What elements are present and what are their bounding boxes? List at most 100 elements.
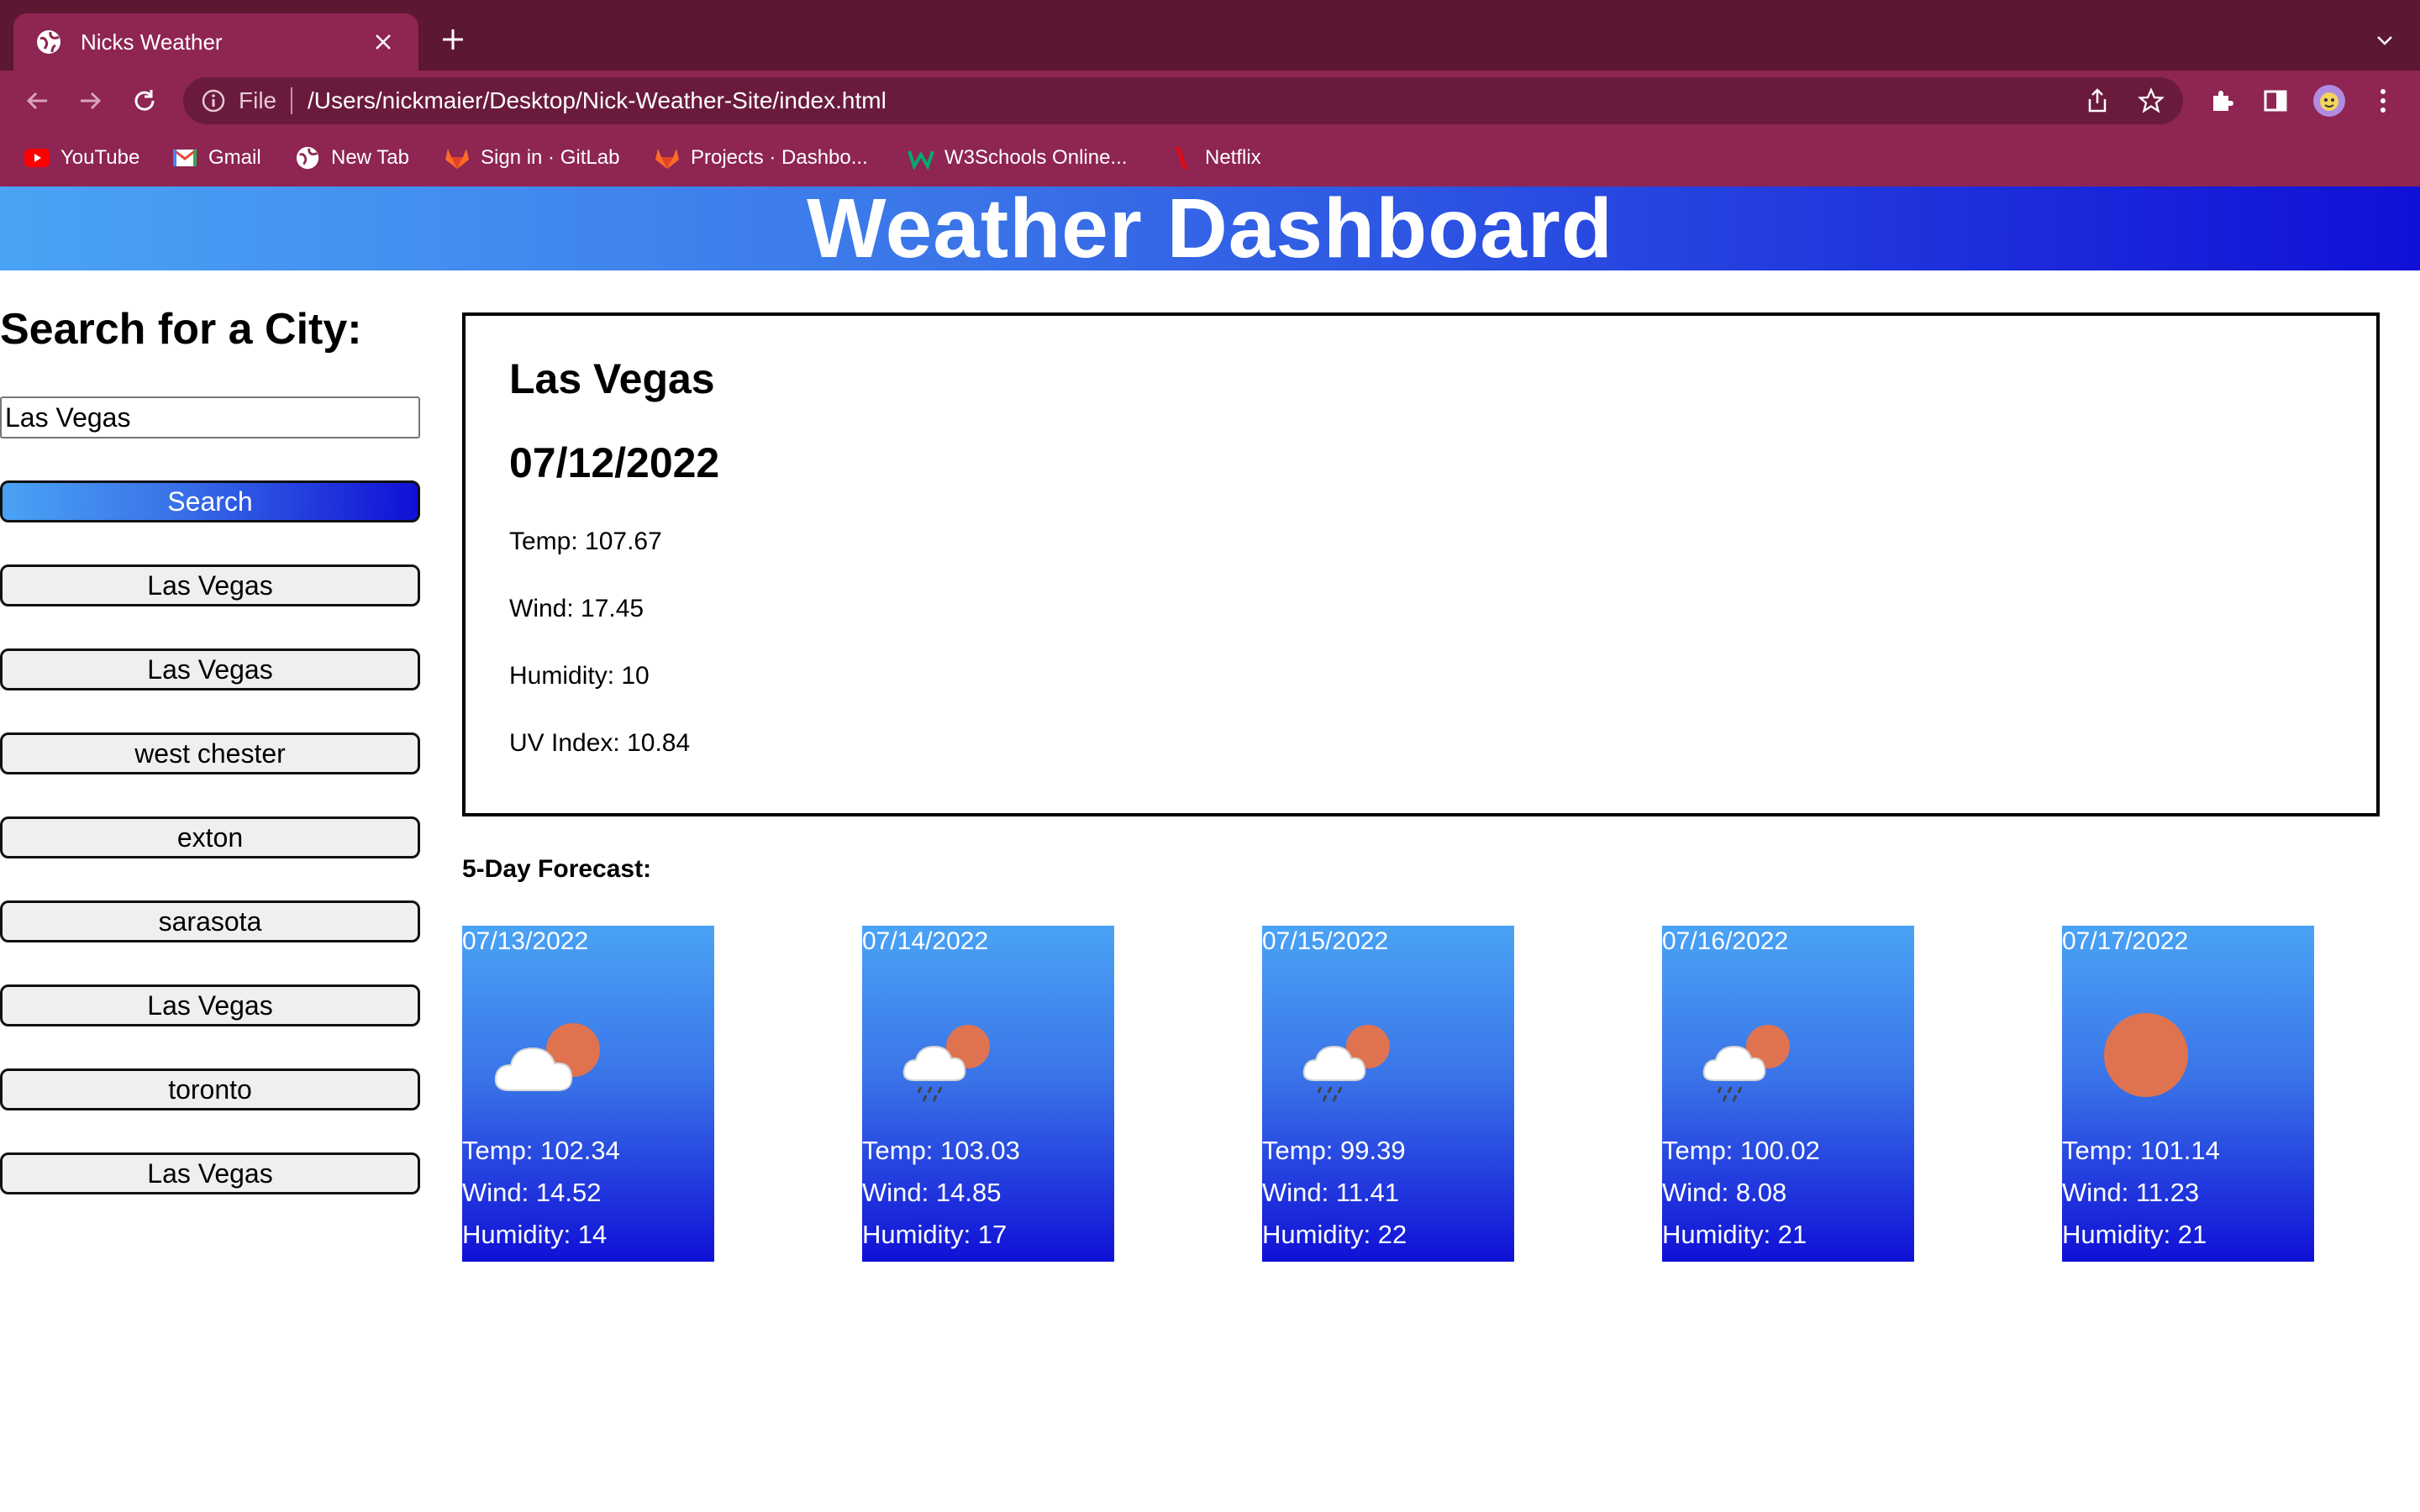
share-icon[interactable] <box>2082 86 2112 116</box>
rain-sun-icon <box>902 1025 990 1102</box>
address-bar[interactable]: File /Users/nickmaier/Desktop/Nick-Weath… <box>183 77 2183 124</box>
globe-icon <box>35 29 62 55</box>
current-date: 07/12/2022 <box>509 439 720 486</box>
forecast-temp: Temp: 101.14 <box>2062 1136 2220 1165</box>
forecast-date: 07/14/2022 <box>862 927 989 955</box>
browser-tabstrip: Nicks Weather <box>0 0 2420 71</box>
page-title: Weather Dashboard <box>807 181 1613 276</box>
forecast-temp: Temp: 103.03 <box>862 1136 1020 1165</box>
bookmark-label: Sign in · GitLab <box>481 146 620 169</box>
partly-cloudy-icon <box>494 1023 600 1091</box>
bookmark-star-icon[interactable] <box>2136 86 2166 116</box>
forecast-humidity: Humidity: 14 <box>462 1220 608 1249</box>
forecast-card: 07/14/2022 Temp: 103.03 Wind: 14.85 Humi… <box>862 926 1114 1262</box>
gitlab-icon <box>444 144 471 171</box>
gitlab-icon <box>654 144 681 171</box>
w3schools-icon <box>908 144 934 171</box>
arrow-right-icon <box>81 92 102 110</box>
arrow-left-icon <box>26 92 47 110</box>
globe-icon <box>294 144 321 171</box>
forward-button[interactable] <box>74 84 108 118</box>
forecast-humidity: Humidity: 21 <box>1662 1220 1807 1249</box>
bookmark-label: Netflix <box>1205 146 1261 169</box>
bookmark-netflix[interactable]: Netflix <box>1168 143 1261 173</box>
reload-icon <box>134 90 155 111</box>
forecast-date: 07/17/2022 <box>2062 927 2189 955</box>
bookmark-label: Gmail <box>208 146 261 169</box>
bookmark-gitlab-signin[interactable]: Sign in · GitLab <box>444 143 619 173</box>
history-city-button[interactable]: Las Vegas <box>0 1152 420 1194</box>
history-city-button[interactable]: exton <box>0 816 420 858</box>
extensions-icon[interactable] <box>2205 84 2238 118</box>
tab-search-button[interactable] <box>2368 24 2402 57</box>
bookmark-label: YouTube <box>60 146 140 169</box>
forecast-card: 07/13/2022 Temp: 102.34 Wind: 14.52 Humi… <box>462 926 714 1262</box>
close-icon[interactable] <box>366 25 400 59</box>
bookmark-w3schools[interactable]: W3Schools Online... <box>908 143 1127 173</box>
forecast-wind: Wind: 14.85 <box>862 1178 1002 1207</box>
bookmark-youtube[interactable]: YouTube <box>24 143 139 173</box>
current-uv-index: UV Index: 10.84 <box>509 729 691 757</box>
bookmark-label: W3Schools Online... <box>944 146 1128 169</box>
history-city-button[interactable]: Las Vegas <box>0 984 420 1026</box>
forecast-card: 07/16/2022 Temp: 100.02 Wind: 8.08 Humid… <box>1662 926 1914 1262</box>
forecast-wind: Wind: 11.23 <box>2062 1178 2200 1207</box>
forecast-date: 07/13/2022 <box>462 927 589 955</box>
forecast-wind: Wind: 14.52 <box>462 1178 602 1207</box>
omnibox-divider <box>291 87 292 114</box>
browser-toolbar: File /Users/nickmaier/Desktop/Nick-Weath… <box>0 71 2420 131</box>
bookmark-gmail[interactable]: Gmail <box>171 143 261 173</box>
current-city-name: Las Vegas <box>509 355 715 402</box>
profile-avatar[interactable] <box>2312 84 2346 118</box>
reload-button[interactable] <box>128 84 161 118</box>
new-tab-button[interactable] <box>435 22 471 57</box>
url-scheme-label: File <box>239 87 277 113</box>
bookmark-new-tab[interactable]: New Tab <box>294 143 409 173</box>
bookmark-gitlab-projects[interactable]: Projects · Dashbo... <box>654 143 868 173</box>
forecast-card: 07/17/2022 Temp: 101.14 Wind: 11.23 Humi… <box>2062 926 2314 1262</box>
page-header: Weather Dashboard <box>0 186 2420 270</box>
forecast-wind: Wind: 8.08 <box>1662 1178 1787 1207</box>
history-city-button[interactable]: Las Vegas <box>0 564 420 606</box>
current-weather-panel: Las Vegas 07/12/2022 Temp: 107.67 Wind: … <box>462 312 2380 816</box>
bookmarks-bar: YouTube Gmail New Tab Sign in · GitLab P… <box>0 131 2420 186</box>
history-city-button[interactable]: toronto <box>0 1068 420 1110</box>
bookmark-label: Projects · Dashbo... <box>691 146 868 169</box>
forecast-temp: Temp: 99.39 <box>1262 1136 1406 1165</box>
history-city-button[interactable]: Las Vegas <box>0 648 420 690</box>
forecast-humidity: Humidity: 17 <box>862 1220 1007 1249</box>
forecast-temp: Temp: 100.02 <box>1662 1136 1820 1165</box>
info-icon[interactable] <box>198 86 229 116</box>
url-text[interactable]: /Users/nickmaier/Desktop/Nick-Weather-Si… <box>308 87 886 114</box>
current-wind: Wind: 17.45 <box>509 595 644 622</box>
forecast-date: 07/15/2022 <box>1262 927 1389 955</box>
current-humidity: Humidity: 10 <box>509 662 650 690</box>
forecast-card: 07/15/2022 Temp: 99.39 Wind: 11.41 Humid… <box>1262 926 1514 1262</box>
netflix-icon <box>1168 144 1195 171</box>
forecast-heading: 5-Day Forecast: <box>462 855 652 883</box>
search-heading: Search for a City: <box>0 305 362 354</box>
bookmark-label: New Tab <box>331 146 409 169</box>
search-button[interactable]: Search <box>0 480 420 522</box>
sun-icon <box>2104 1013 2188 1097</box>
forecast-humidity: Humidity: 22 <box>1262 1220 1407 1249</box>
history-city-button[interactable]: west chester <box>0 732 420 774</box>
current-temp: Temp: 107.67 <box>509 528 662 555</box>
history-city-button[interactable]: sarasota <box>0 900 420 942</box>
rain-sun-icon <box>1702 1025 1790 1102</box>
side-panel-icon[interactable] <box>2259 84 2292 118</box>
city-search-input[interactable] <box>0 396 420 438</box>
forecast-temp: Temp: 102.34 <box>462 1136 620 1165</box>
gmail-icon <box>171 144 198 171</box>
youtube-icon <box>24 144 50 171</box>
back-button[interactable] <box>20 84 54 118</box>
forecast-date: 07/16/2022 <box>1662 927 1789 955</box>
tab-title: Nicks Weather <box>81 29 223 55</box>
menu-kebab-icon[interactable] <box>2366 84 2400 118</box>
chevron-down-icon <box>2377 36 2392 45</box>
rain-sun-icon <box>1302 1025 1390 1102</box>
plus-icon <box>443 29 463 50</box>
browser-tab[interactable]: Nicks Weather <box>13 13 418 71</box>
forecast-wind: Wind: 11.41 <box>1262 1178 1400 1207</box>
forecast-humidity: Humidity: 21 <box>2062 1220 2207 1249</box>
